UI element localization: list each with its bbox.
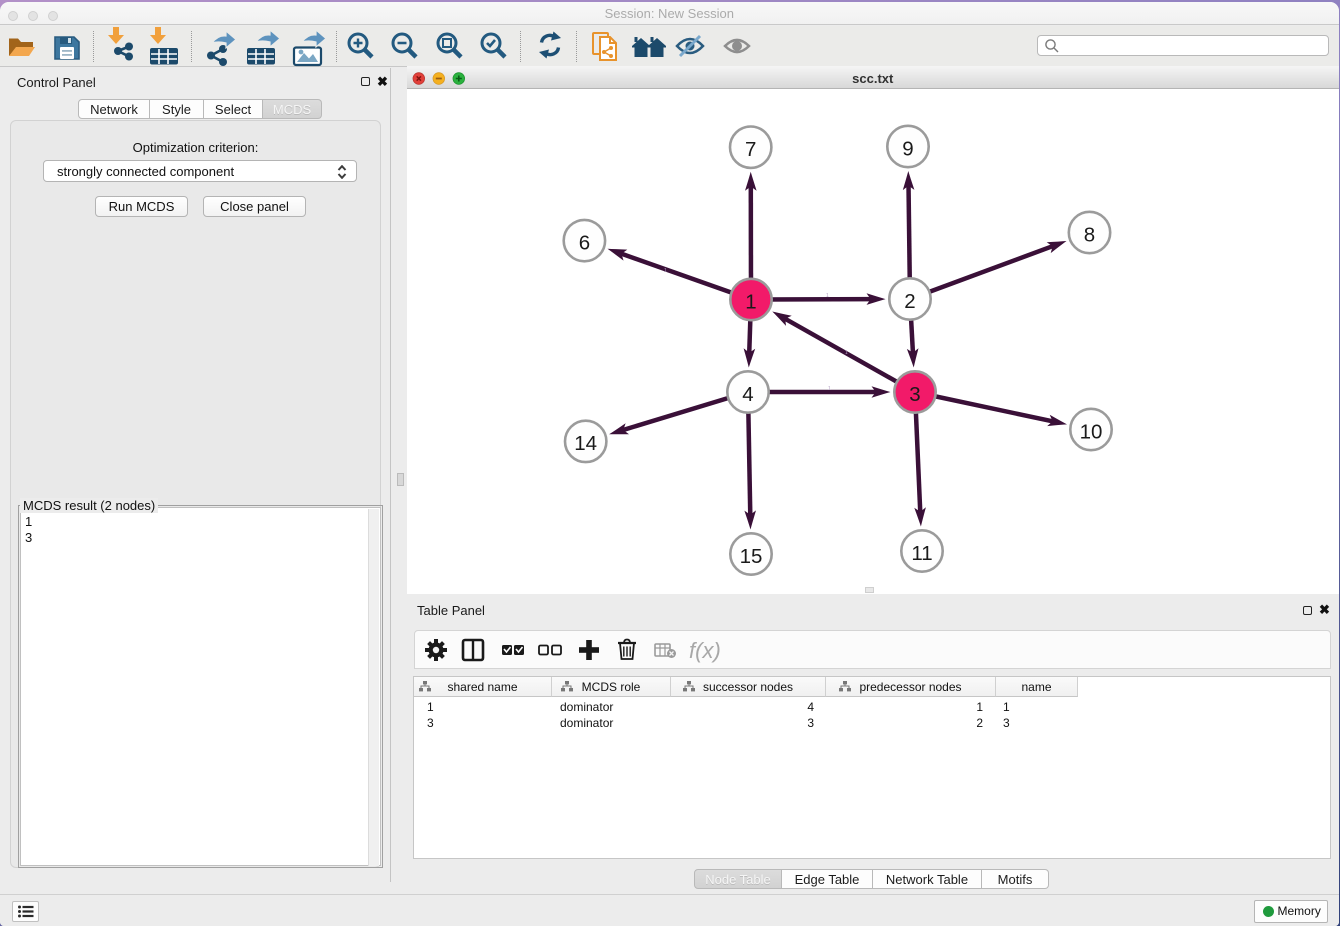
svg-text:11: 11 (911, 542, 932, 565)
svg-text:15: 15 (740, 545, 763, 568)
svg-text:1: 1 (826, 293, 829, 299)
svg-text:1: 1 (745, 290, 756, 313)
svg-text:3: 3 (909, 383, 920, 406)
svg-text:f(x): f(x) (689, 638, 721, 663)
svg-text:2: 2 (904, 290, 915, 313)
svg-text:14: 14 (574, 432, 597, 455)
svg-text:8: 8 (1084, 223, 1095, 246)
svg-text:1: 1 (664, 268, 667, 274)
svg-text:10: 10 (1080, 420, 1103, 443)
svg-text:7: 7 (745, 138, 756, 161)
svg-text:6: 6 (579, 231, 590, 254)
svg-text:1: 1 (845, 350, 848, 356)
svg-text:9: 9 (902, 137, 913, 160)
svg-text:4: 4 (742, 383, 753, 406)
svg-text:1: 1 (828, 386, 831, 392)
